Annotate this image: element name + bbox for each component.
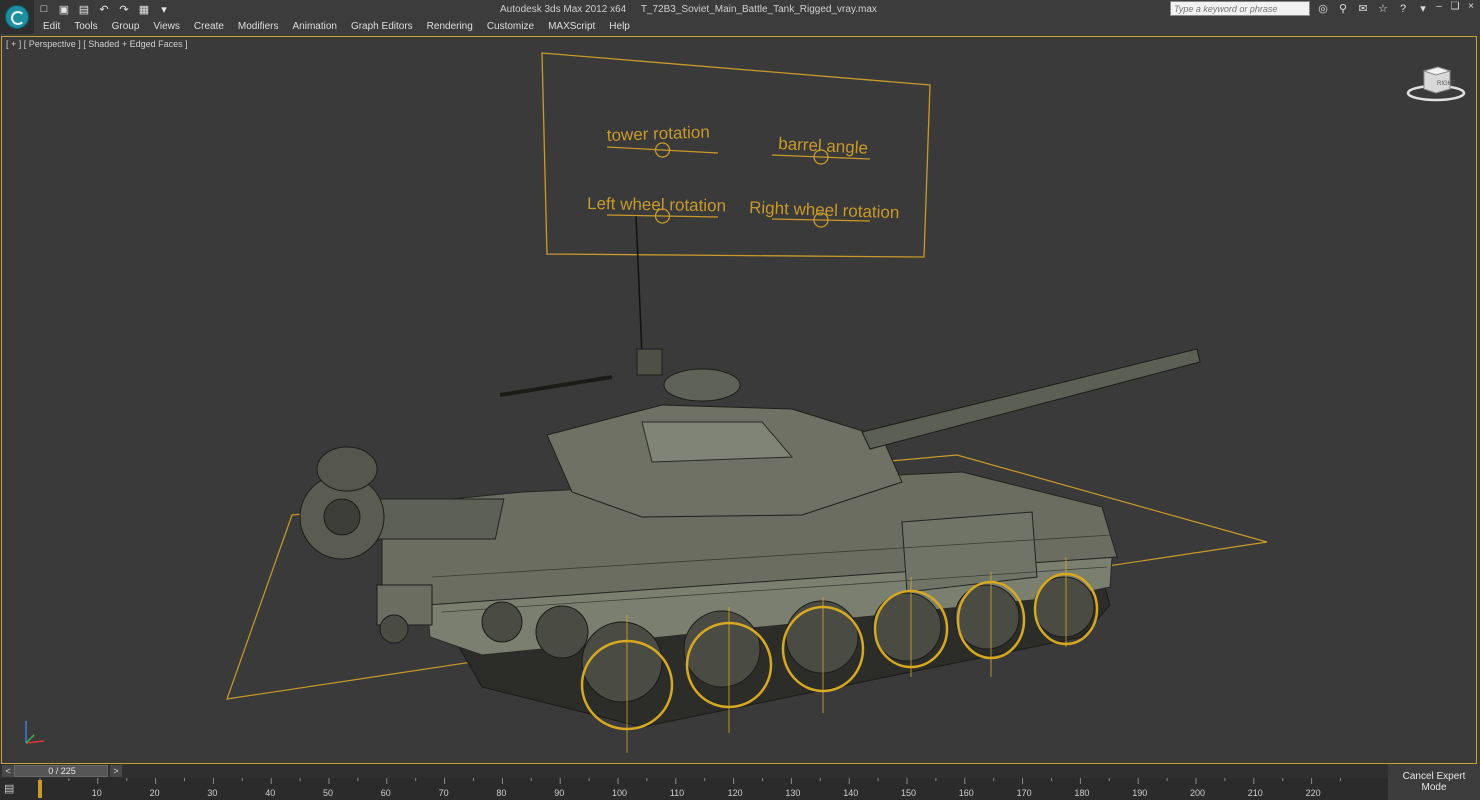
ruler-tick-label: 120 <box>728 788 743 798</box>
menu-group[interactable]: Group <box>105 20 147 34</box>
app-name: Autodesk 3ds Max 2012 x64 <box>500 4 627 15</box>
save-file-icon[interactable]: ▤ <box>76 2 92 16</box>
slider-label-1: barrel angle <box>778 134 869 158</box>
ruler-tick-label: 20 <box>150 788 160 798</box>
control-panel-frame <box>541 52 931 258</box>
main-gun-barrel <box>861 348 1201 450</box>
window-controls: – ❑ × <box>1434 2 1476 12</box>
viewport-label[interactable]: [ + ] [ Perspective ] [ Shaded + Edged F… <box>6 39 188 49</box>
binoculars-icon[interactable]: ◎ <box>1316 2 1330 16</box>
ruler-tick-label: 30 <box>207 788 217 798</box>
new-file-icon[interactable]: □ <box>36 2 52 16</box>
help-dropdown-icon[interactable]: ▾ <box>1416 2 1430 16</box>
ruler-tick-label: 60 <box>381 788 391 798</box>
ruler-tick-label: 50 <box>323 788 333 798</box>
ruler-tick-label: 220 <box>1306 788 1321 798</box>
menu-bar: Edit Tools Group Views Create Modifiers Animat… <box>36 20 637 34</box>
time-slider-next-button[interactable]: > <box>110 765 122 777</box>
title-bar: □ ▣ ▤ ↶ ↷ ▦ ▾ Autodesk 3ds Max 2012 x64 T_72B3… <box>0 0 1480 36</box>
menu-customize[interactable]: Customize <box>480 20 541 34</box>
machine-gun <box>499 375 613 397</box>
frame-ruler[interactable]: 10 20 30 40 50 60 70 80 90 100 110 120 130 140 150 160 1… <box>0 778 1388 800</box>
communication-center-icon[interactable]: ✉ <box>1356 2 1370 16</box>
time-slider-bar: < 0 / 225 > <box>0 764 1480 778</box>
ruler-tick-label: 190 <box>1132 788 1147 798</box>
app-menu-logo-icon[interactable] <box>0 0 34 34</box>
ruler-tick-label: 100 <box>612 788 627 798</box>
ruler-tick-label: 210 <box>1248 788 1263 798</box>
ruler-tick-label: 40 <box>265 788 275 798</box>
current-frame-marker[interactable] <box>38 780 42 798</box>
project-folder-icon[interactable]: ▦ <box>136 2 152 16</box>
ruler-tick-label: 160 <box>959 788 974 798</box>
ruler-tick-label: 70 <box>439 788 449 798</box>
slider-label-2: Left wheel rotation <box>587 194 726 215</box>
slider-labels: tower rotation barrel angle Left wheel rot… <box>587 122 900 222</box>
help-icon[interactable]: ? <box>1396 2 1410 16</box>
info-center: ◎ ⚲ ✉ ☆ ? ▾ <box>1170 1 1430 16</box>
redo-icon[interactable]: ↷ <box>116 2 132 16</box>
menu-create[interactable]: Create <box>187 20 231 34</box>
key-icon[interactable]: ⚲ <box>1336 2 1350 16</box>
open-file-icon[interactable]: ▣ <box>56 2 72 16</box>
viewcube-face-label: RIGHT <box>1437 81 1456 87</box>
cancel-expert-mode-button[interactable]: Cancel Expert Mode <box>1388 764 1480 800</box>
favorites-star-icon[interactable]: ☆ <box>1376 2 1390 16</box>
search-input[interactable] <box>1170 1 1310 16</box>
commander-cupola <box>663 368 741 402</box>
window-title: Autodesk 3ds Max 2012 x64 T_72B3_Soviet_… <box>500 4 889 15</box>
scene-render: tower rotation barrel angle Left wheel rot… <box>25 52 1268 753</box>
menu-modifiers[interactable]: Modifiers <box>231 20 286 34</box>
time-slider-prev-button[interactable]: < <box>2 765 14 777</box>
restore-icon[interactable]: ❑ <box>1450 2 1460 12</box>
time-slider[interactable]: 0 / 225 <box>14 765 108 777</box>
menu-rendering[interactable]: Rendering <box>420 20 480 34</box>
menu-graph-editors[interactable]: Graph Editors <box>344 20 420 34</box>
menu-views[interactable]: Views <box>146 20 187 34</box>
ruler-tick-label: 110 <box>670 788 684 798</box>
ruler-tick-label: 150 <box>901 788 916 798</box>
ruler-tick-label: 170 <box>1017 788 1032 798</box>
ruler-tick-label: 130 <box>785 788 800 798</box>
slider-label-0: tower rotation <box>606 122 710 145</box>
close-icon[interactable]: × <box>1466 2 1476 12</box>
dropdown-arrow-icon[interactable]: ▾ <box>156 2 172 16</box>
undo-icon[interactable]: ↶ <box>96 2 112 16</box>
minimize-icon[interactable]: – <box>1434 2 1444 12</box>
ruler-tick-label: 200 <box>1190 788 1205 798</box>
menu-edit[interactable]: Edit <box>36 20 67 34</box>
antenna <box>635 214 643 356</box>
viewcube-icon[interactable]: RIGHT <box>1406 61 1466 105</box>
menu-animation[interactable]: Animation <box>285 20 343 34</box>
slider-label-3: Right wheel rotation <box>749 198 900 222</box>
menu-help[interactable]: Help <box>602 20 637 34</box>
menu-tools[interactable]: Tools <box>67 20 104 34</box>
ruler-tick-label: 90 <box>554 788 564 798</box>
ruler-tick-label: 10 <box>92 788 102 798</box>
menu-maxscript[interactable]: MAXScript <box>541 20 602 34</box>
frame-counter: 0 / 225 <box>48 766 76 776</box>
axis-tripod-icon <box>25 721 45 744</box>
perspective-viewport[interactable]: [ + ] [ Perspective ] [ Shaded + Edged F… <box>1 36 1477 764</box>
tank-model <box>299 348 1201 728</box>
quick-access-toolbar: □ ▣ ▤ ↶ ↷ ▦ ▾ <box>36 2 172 16</box>
ruler-tick-label: 140 <box>843 788 858 798</box>
file-name: T_72B3_Soviet_Main_Battle_Tank_Rigged_vr… <box>640 4 877 15</box>
track-bar[interactable]: ▤ 10 20 30 40 50 60 70 80 90 100 110 120 130 140 150 16… <box>0 778 1388 800</box>
ruler-tick-label: 180 <box>1074 788 1089 798</box>
ruler-tick-label: 80 <box>496 788 506 798</box>
